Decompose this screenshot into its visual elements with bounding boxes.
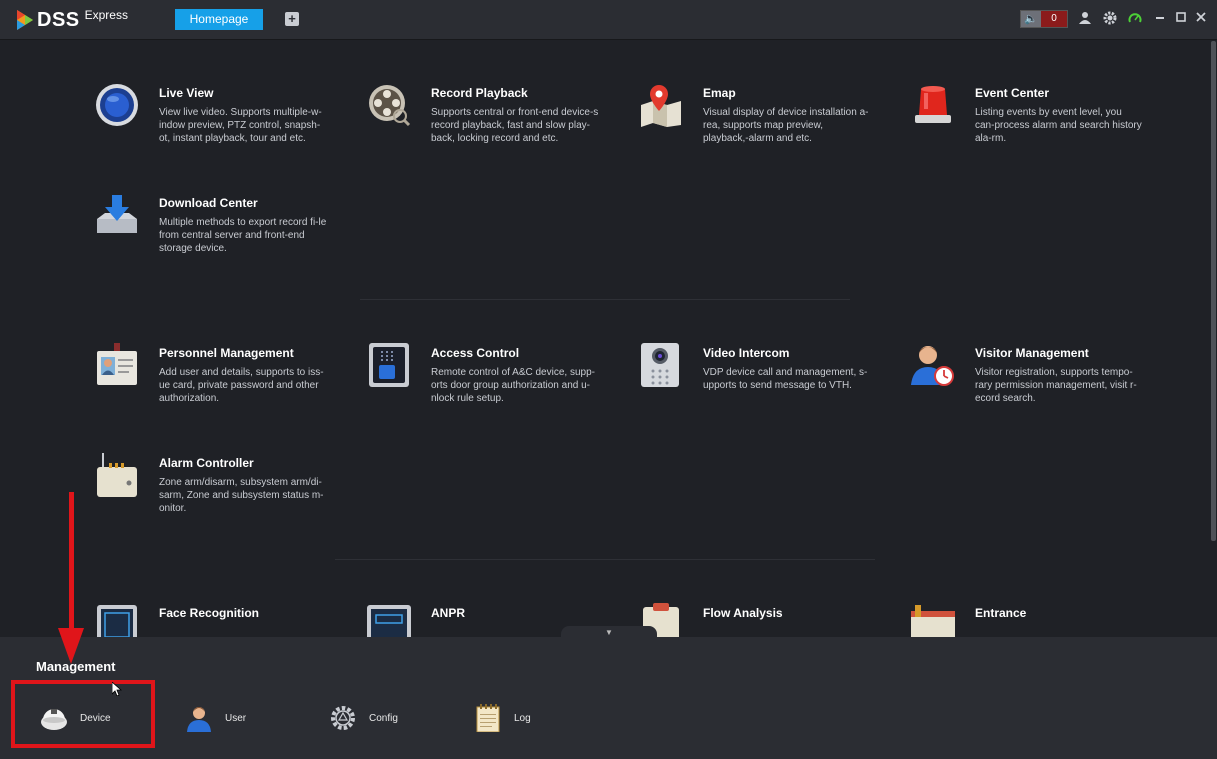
mouse-cursor-icon bbox=[112, 682, 122, 696]
alarm-count: 0 bbox=[1041, 11, 1067, 27]
module-description: Visitor registration, supports tempo-rar… bbox=[975, 367, 1137, 404]
module-title: Video Intercom bbox=[703, 346, 790, 360]
annotation-arrow-head bbox=[58, 628, 84, 664]
entrance-icon bbox=[911, 605, 955, 637]
management-item-label: Config bbox=[369, 712, 398, 724]
module-title: Download Center bbox=[159, 196, 258, 210]
video-intercom-icon bbox=[641, 343, 679, 387]
module-entrance[interactable]: Entrance bbox=[911, 603, 1151, 637]
module-description: Add user and details, supports to iss-ue… bbox=[159, 367, 324, 404]
user-account-icon[interactable] bbox=[1077, 11, 1093, 27]
speaker-icon: 🔈 bbox=[1021, 11, 1041, 27]
minimize-icon[interactable] bbox=[1152, 11, 1168, 27]
logo-text: DSS bbox=[37, 8, 80, 31]
title-bar: DSS Express Homepage + 🔈 0 bbox=[0, 0, 1217, 40]
module-access-control[interactable]: Access Control Remote control of A&C dev… bbox=[367, 343, 607, 433]
module-title: Alarm Controller bbox=[159, 456, 254, 470]
caret-down-icon: ▼ bbox=[605, 628, 613, 637]
module-title: Live View bbox=[159, 86, 214, 100]
section-divider bbox=[335, 559, 875, 560]
module-personnel-management[interactable]: Personnel Management Add user and detail… bbox=[95, 343, 335, 433]
module-description: Supports central or front-end device-s r… bbox=[431, 107, 599, 144]
module-title: Visitor Management bbox=[975, 346, 1089, 360]
live-view-icon bbox=[96, 84, 138, 126]
module-title: Event Center bbox=[975, 86, 1050, 100]
module-description: Multiple methods to export record fi-le … bbox=[159, 217, 327, 254]
maximize-icon[interactable] bbox=[1173, 11, 1189, 27]
logo-subtitle: Express bbox=[84, 8, 128, 22]
module-live-view[interactable]: Live View View live video. Supports mult… bbox=[95, 83, 335, 173]
settings-gear-icon[interactable] bbox=[1102, 11, 1118, 27]
emap-icon bbox=[641, 85, 681, 127]
module-description: Listing events by event level, you can-p… bbox=[975, 107, 1142, 144]
module-alarm-controller[interactable]: Alarm Controller Zone arm/disarm, subsys… bbox=[95, 453, 335, 543]
module-event-center[interactable]: Event Center Listing events by event lev… bbox=[911, 83, 1151, 173]
module-title: Emap bbox=[703, 86, 736, 100]
add-tab-button[interactable]: + bbox=[285, 12, 299, 26]
module-title: Record Playback bbox=[431, 86, 528, 100]
section-divider bbox=[360, 299, 850, 300]
module-title: ANPR bbox=[431, 606, 466, 620]
download-center-icon bbox=[97, 195, 137, 233]
module-description: Remote control of A&C device, supp-orts … bbox=[431, 367, 595, 404]
tab-homepage[interactable]: Homepage bbox=[175, 9, 263, 30]
module-description: View live video. Supports multiple-w-ind… bbox=[159, 107, 322, 144]
management-item-label: Log bbox=[514, 712, 531, 724]
module-title: Face Recognition bbox=[159, 606, 260, 620]
module-title: Access Control bbox=[431, 346, 520, 360]
log-notepad-icon bbox=[476, 704, 500, 732]
management-panel: Management Device User Config Log bbox=[0, 637, 1217, 759]
module-emap[interactable]: Emap Visual display of device installati… bbox=[639, 83, 879, 173]
module-title: Personnel Management bbox=[159, 346, 294, 360]
config-gear-icon bbox=[331, 706, 355, 730]
face-recognition-icon bbox=[97, 605, 137, 637]
event-center-icon bbox=[915, 86, 951, 123]
collapse-panel-toggle[interactable]: ▼ bbox=[561, 626, 657, 638]
performance-gauge-icon[interactable] bbox=[1127, 11, 1143, 27]
management-item-config[interactable]: Config bbox=[329, 703, 398, 733]
module-description: Visual display of device installation a-… bbox=[703, 107, 869, 144]
module-flow-analysis[interactable]: Flow Analysis bbox=[639, 603, 879, 637]
anpr-icon bbox=[367, 605, 411, 637]
module-video-intercom[interactable]: Video Intercom VDP device call and manag… bbox=[639, 343, 879, 433]
app-logo: DSS Express bbox=[15, 7, 128, 33]
module-download-center[interactable]: Download Center Multiple methods to expo… bbox=[95, 193, 335, 283]
module-description: VDP device call and management, s-upport… bbox=[703, 367, 868, 391]
module-grid: Live View View live video. Supports mult… bbox=[0, 41, 1217, 637]
dss-logo-icon bbox=[17, 10, 33, 30]
management-item-log[interactable]: Log bbox=[474, 703, 531, 733]
alarm-controller-icon bbox=[97, 453, 137, 497]
visitor-management-icon bbox=[911, 346, 954, 386]
user-icon bbox=[187, 707, 211, 732]
personnel-management-icon bbox=[97, 343, 137, 385]
module-record-playback[interactable]: Record Playback Supports central or fron… bbox=[367, 83, 607, 173]
module-description: Zone arm/disarm, subsystem arm/di-sarm, … bbox=[159, 477, 324, 514]
alarm-indicator[interactable]: 🔈 0 bbox=[1020, 10, 1068, 28]
vertical-scrollbar[interactable] bbox=[1211, 41, 1216, 541]
annotation-highlight-box bbox=[11, 680, 155, 748]
record-playback-icon bbox=[369, 85, 411, 127]
module-title: Entrance bbox=[975, 606, 1027, 620]
module-face-recognition[interactable]: Face Recognition bbox=[95, 603, 335, 637]
access-control-icon bbox=[369, 343, 409, 387]
management-item-user[interactable]: User bbox=[185, 703, 246, 733]
module-visitor-management[interactable]: Visitor Management Visitor registration,… bbox=[911, 343, 1151, 433]
close-icon[interactable] bbox=[1193, 11, 1209, 27]
management-item-label: User bbox=[225, 712, 247, 724]
module-title: Flow Analysis bbox=[703, 606, 783, 620]
annotation-arrow-shaft bbox=[69, 492, 74, 632]
